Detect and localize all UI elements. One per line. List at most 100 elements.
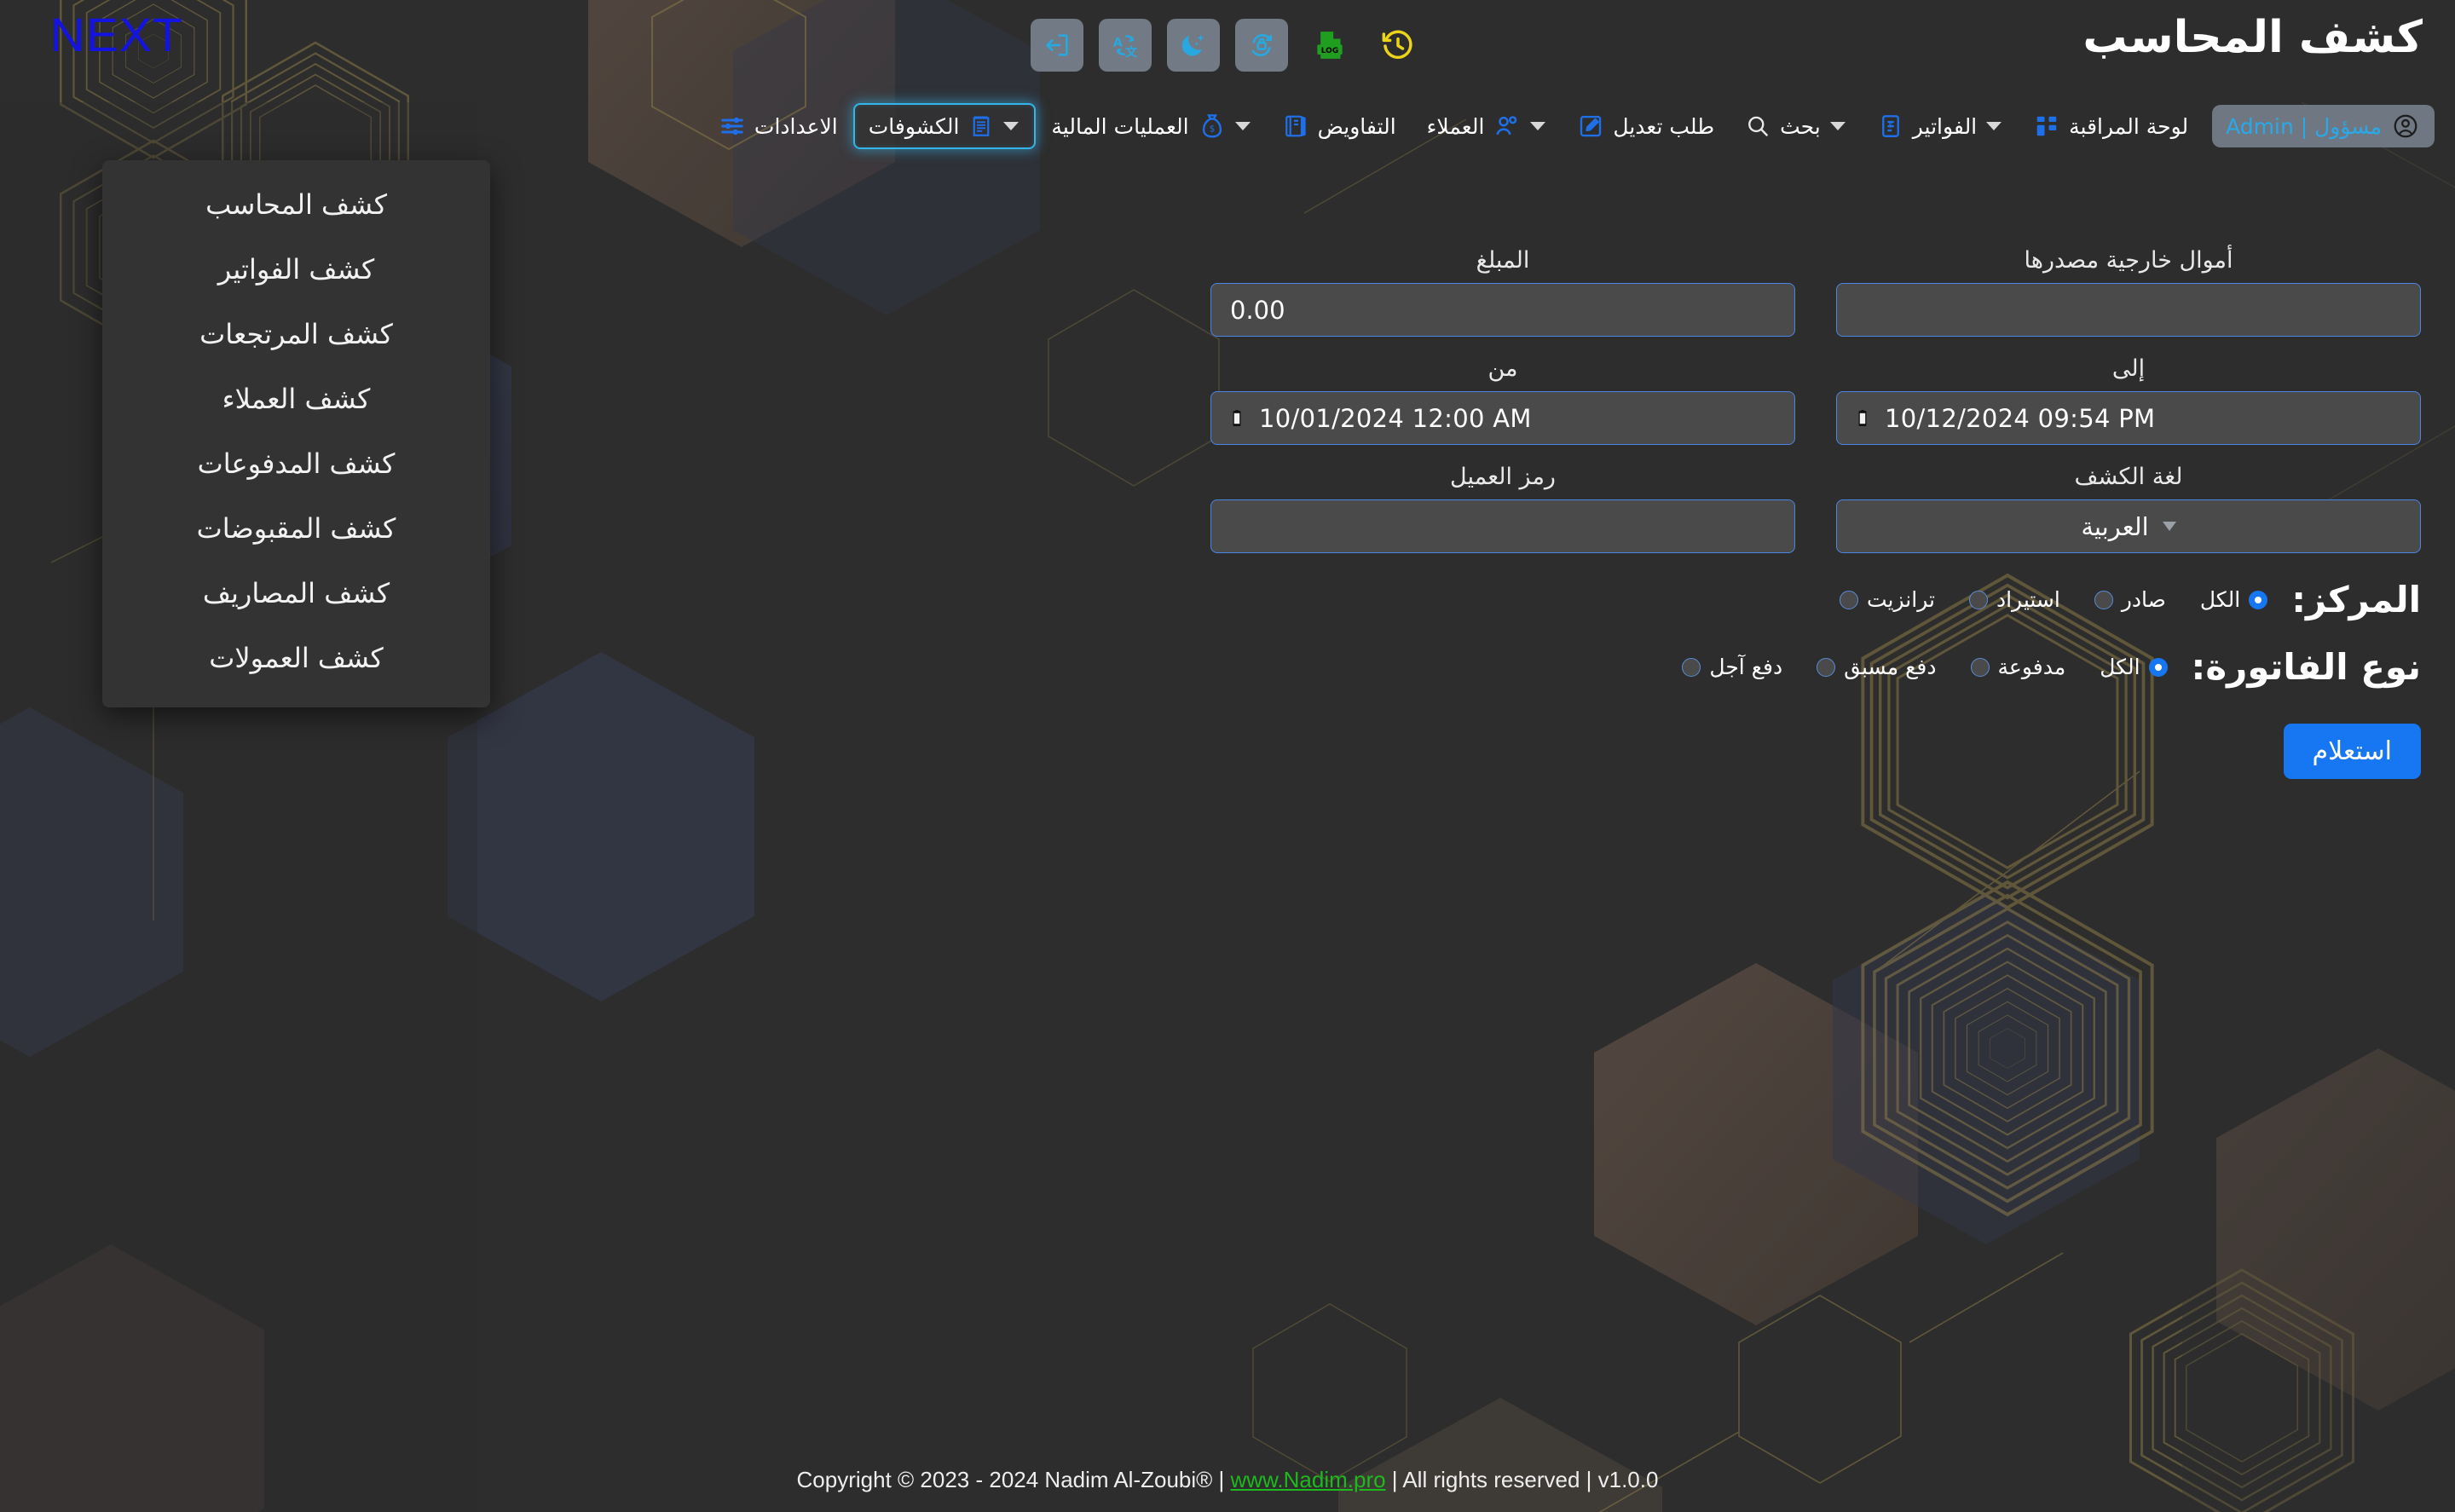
dashboard-grid-icon — [2034, 113, 2059, 139]
dark-mode-icon[interactable] — [1167, 19, 1220, 72]
nav-item-invoices[interactable]: الفواتير $ — [1863, 103, 2019, 149]
money-bag-icon: $ — [1199, 113, 1226, 140]
radio-center-all[interactable]: الكل — [2200, 587, 2267, 612]
external-funds-input[interactable] — [1836, 283, 2421, 337]
chevron-down-icon — [1235, 122, 1251, 130]
field-external-funds: أموال خارجية مصدرها — [1836, 247, 2421, 337]
radio-group-invoice-type: نوع الفاتورة: الكل مدفوعة دفع مسبق دفع آ… — [1210, 646, 2421, 688]
calendar-icon — [1852, 407, 1873, 430]
nav-item-edit-request[interactable]: طلب تعديل — [1563, 103, 1730, 149]
radio-invoice-deferred[interactable]: دفع آجل — [1682, 655, 1782, 679]
nav-item-authorizations[interactable]: التفاويض — [1268, 103, 1412, 149]
date-to-input[interactable]: 10/12/2024 09:54 PM — [1836, 391, 2421, 445]
nav-item-search[interactable]: بحث — [1730, 103, 1863, 149]
toolbar-icon-cluster: A 文 — [0, 19, 2455, 72]
nav-label-statements: الكشوفات — [869, 114, 960, 139]
svg-text:$: $ — [1888, 122, 1893, 130]
nav-label-invoices: الفواتير — [1913, 114, 1977, 139]
nav-item-clients[interactable]: العملاء — [1412, 102, 1563, 150]
radio-invoice-deferred-label: دفع آجل — [1709, 655, 1782, 679]
radio-center-export[interactable]: صادر — [2094, 587, 2166, 612]
radio-indicator — [1840, 591, 1858, 609]
radio-center-transit[interactable]: ترانزيت — [1840, 587, 1935, 612]
log-file-icon[interactable]: LOG — [1303, 19, 1356, 72]
radio-indicator — [1817, 658, 1835, 677]
label-date-to: إلى — [1836, 355, 2421, 382]
label-external-funds: أموال خارجية مصدرها — [1836, 247, 2421, 274]
radio-invoice-all-label: الكل — [2100, 655, 2140, 679]
query-submit-button[interactable]: استعلام — [2284, 724, 2421, 779]
brand-logo: NEXT — [49, 7, 182, 62]
nav-label-authorizations: التفاويض — [1318, 114, 1396, 139]
edit-request-icon — [1578, 113, 1603, 139]
calendar-icon — [1227, 407, 1247, 430]
dropdown-item-expenses-statement[interactable]: كشف المصاريف — [102, 561, 490, 626]
label-amount: المبلغ — [1210, 247, 1795, 274]
radio-indicator — [1969, 591, 1988, 609]
nav-label-clients: العملاء — [1427, 114, 1485, 139]
svg-text:文: 文 — [1125, 45, 1138, 60]
radio-indicator — [2149, 658, 2168, 677]
statement-filter-form: أموال خارجية مصدرها المبلغ 0.00 إلى — [1210, 247, 2421, 779]
footer-website-link[interactable]: www.Nadim.pro — [1231, 1467, 1386, 1492]
nav-item-financial-ops[interactable]: $ العمليات المالية — [1036, 102, 1267, 150]
invoice-icon: $ — [1878, 113, 1903, 139]
radio-invoice-all[interactable]: الكل — [2100, 655, 2167, 679]
form-row-client-language: لغة الكشف العربية رمز العميل — [1210, 464, 2421, 553]
dropdown-item-clients-statement[interactable]: كشف العملاء — [102, 366, 490, 431]
admin-badge[interactable]: مسؤول | Admin — [2212, 105, 2435, 147]
label-statement-language: لغة الكشف — [1836, 464, 2421, 490]
label-date-from: من — [1210, 355, 1795, 382]
field-client-code: رمز العميل — [1210, 464, 1795, 553]
svg-text:A: A — [1113, 36, 1123, 49]
field-amount: المبلغ 0.00 — [1210, 247, 1795, 337]
nav-item-statements[interactable]: الكشوفات — [853, 103, 1037, 149]
dropdown-item-receipts-statement[interactable]: كشف المقبوضات — [102, 496, 490, 561]
dropdown-item-commissions-statement[interactable]: كشف العمولات — [102, 626, 490, 690]
dropdown-item-returns-statement[interactable]: كشف المرتجعات — [102, 302, 490, 366]
radio-center-import-label: استيراد — [1996, 587, 2060, 612]
client-code-input[interactable] — [1210, 499, 1795, 553]
log-badge-text: LOG — [1321, 47, 1338, 55]
label-invoice-type-group: نوع الفاتورة: — [2192, 646, 2421, 688]
dropdown-item-accountant-statement[interactable]: كشف المحاسب — [102, 172, 490, 237]
nav-label-search: بحث — [1780, 114, 1821, 139]
form-row-dates: إلى 10/12/2024 09:54 PM من — [1210, 355, 2421, 445]
radio-indicator — [2094, 591, 2113, 609]
radio-center-transit-label: ترانزيت — [1867, 587, 1935, 612]
chevron-down-icon — [1003, 122, 1019, 130]
main-navbar: مسؤول | Admin لوحة المراقبة الفواتير $ ب… — [0, 98, 2455, 154]
chevron-down-icon — [1986, 122, 2002, 130]
radio-center-import[interactable]: استيراد — [1969, 587, 2060, 612]
footer-copyright-suffix: | All rights reserved | v1.0.0 — [1386, 1467, 1659, 1492]
dropdown-item-payments-statement[interactable]: كشف المدفوعات — [102, 431, 490, 496]
statement-language-value: العربية — [2081, 512, 2148, 541]
radio-center-export-label: صادر — [2122, 587, 2166, 612]
statements-icon — [968, 113, 994, 139]
admin-badge-label: مسؤول | Admin — [2226, 114, 2382, 139]
nav-label-dashboard: لوحة المراقبة — [2069, 114, 2188, 139]
date-from-input[interactable]: 10/01/2024 12:00 AM — [1210, 391, 1795, 445]
settings-sliders-icon — [719, 113, 745, 139]
radio-indicator — [1971, 658, 1990, 677]
nav-label-financial-ops: العمليات المالية — [1051, 114, 1188, 139]
radio-indicator — [2249, 591, 2267, 609]
dropdown-item-invoices-statement[interactable]: كشف الفواتير — [102, 237, 490, 302]
field-date-from: من 10/01/2024 12:00 AM — [1210, 355, 1795, 445]
amount-input[interactable]: 0.00 — [1210, 283, 1795, 337]
nav-label-edit-request: طلب تعديل — [1613, 114, 1714, 139]
reset-password-icon[interactable] — [1235, 19, 1288, 72]
clients-icon — [1493, 113, 1521, 140]
radio-invoice-prepaid[interactable]: دفع مسبق — [1817, 655, 1936, 679]
date-to-value: 10/12/2024 09:54 PM — [1885, 404, 2155, 433]
amount-value: 0.00 — [1230, 296, 1285, 325]
logout-icon[interactable] — [1031, 19, 1083, 72]
nav-item-dashboard[interactable]: لوحة المراقبة — [2019, 103, 2204, 149]
statement-language-select[interactable]: العربية — [1836, 499, 2421, 553]
translate-icon[interactable]: A 文 — [1099, 19, 1152, 72]
nav-item-settings[interactable]: الاعدادات — [704, 103, 853, 149]
app-root: كشف المحاسب A 文 — [0, 0, 2455, 1512]
history-icon[interactable] — [1372, 19, 1424, 72]
date-from-value: 10/01/2024 12:00 AM — [1259, 404, 1532, 433]
radio-invoice-paid[interactable]: مدفوعة — [1971, 655, 2066, 679]
